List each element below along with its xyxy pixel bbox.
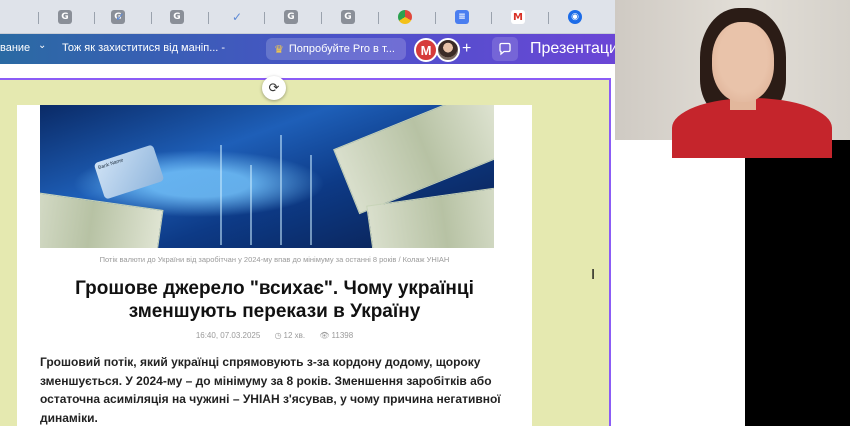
present-label: Презентации xyxy=(530,40,615,57)
text-cursor-icon: Ⅰ xyxy=(591,266,596,282)
try-pro-button[interactable]: ♛ Попробуйте Pro в т... xyxy=(266,38,406,60)
check-icon[interactable]: ✓ xyxy=(113,10,127,24)
tab-separator xyxy=(38,12,39,24)
hero-graphic xyxy=(250,165,252,245)
app-toolbar: вание ⌄ Тож як захиститися від маніп... … xyxy=(0,34,615,64)
article-headline: Грошове джерело "всихає". Чому українці … xyxy=(75,278,474,322)
tab-separator xyxy=(435,12,436,24)
read-time: 12 хв. xyxy=(283,331,306,340)
banknote-image xyxy=(40,190,164,248)
g-icon[interactable]: G xyxy=(58,10,72,24)
g-icon[interactable]: G xyxy=(341,10,355,24)
eye-icon: 👁 xyxy=(319,331,330,340)
g-icon[interactable]: G xyxy=(284,10,298,24)
view-count: 11398 xyxy=(331,331,354,340)
image-caption: Потік валюти до України від заробітчан у… xyxy=(99,255,450,264)
article-screenshot[interactable]: Bank Name Потік валюти до України від за… xyxy=(17,105,532,426)
clock-icon: ◷ xyxy=(274,331,282,340)
hero-graphic xyxy=(310,155,312,245)
tab-separator xyxy=(208,12,209,24)
tab-separator xyxy=(491,12,492,24)
presenter-face xyxy=(712,22,774,102)
comment-button[interactable] xyxy=(492,37,518,61)
try-pro-label: Попробуйте Pro в т... xyxy=(288,43,395,55)
tab-separator xyxy=(378,12,379,24)
menu-label[interactable]: вание xyxy=(0,42,30,54)
bookmarks-bar: G G ✓ G ✓ G G ≡ M ◉ xyxy=(0,0,615,34)
tab-separator xyxy=(321,12,322,24)
chrome-icon[interactable] xyxy=(398,10,412,24)
article-meta: 16:40, 07.03.2025 ◷ 12 хв. 👁 11398 xyxy=(17,331,532,340)
add-collaborator-icon[interactable]: + xyxy=(462,40,471,58)
document-title[interactable]: Тож як захиститися від маніп... - xyxy=(62,42,225,54)
article-lead: Грошовий потік, який українці спрямовуют… xyxy=(40,355,501,425)
crown-icon: ♛ xyxy=(274,43,284,56)
hero-graphic xyxy=(280,135,282,245)
chevron-down-icon[interactable]: ⌄ xyxy=(38,40,46,51)
collaborator-avatar[interactable] xyxy=(436,38,460,62)
bank-card-image: Bank Name xyxy=(93,144,165,200)
publish-time: 16:40, 07.03.2025 xyxy=(195,331,261,340)
tab-separator xyxy=(94,12,95,24)
tab-separator xyxy=(264,12,265,24)
black-panel xyxy=(745,140,850,426)
meet-icon[interactable]: ◉ xyxy=(568,10,582,24)
tab-separator xyxy=(151,12,152,24)
article-hero-image: Bank Name xyxy=(40,105,494,248)
gmail-icon[interactable]: M xyxy=(511,10,525,24)
docs-icon[interactable]: ≡ xyxy=(455,10,469,24)
comment-icon xyxy=(499,42,511,56)
g-icon[interactable]: G xyxy=(170,10,184,24)
rotate-handle-icon[interactable]: ⟳ xyxy=(262,76,286,100)
avatar[interactable]: M xyxy=(414,38,438,62)
bank-card-text: Bank Name xyxy=(97,157,125,172)
hero-graphic xyxy=(220,145,222,245)
check-icon[interactable]: ✓ xyxy=(230,10,244,24)
tab-separator xyxy=(548,12,549,24)
present-button[interactable]: Презентации xyxy=(525,38,615,60)
